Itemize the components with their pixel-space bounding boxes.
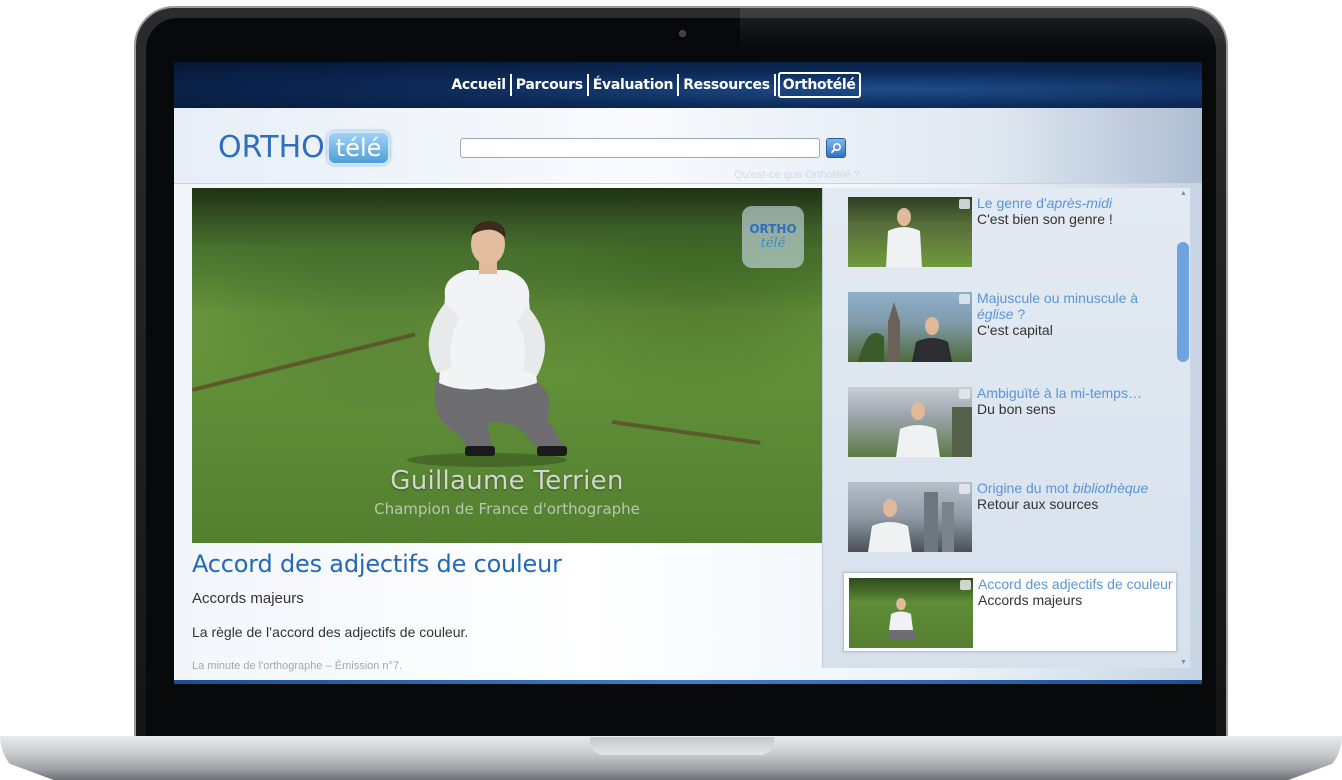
video-player[interactable]: ORTHO télé Guillaume Terrien Champion de… bbox=[192, 188, 822, 543]
playlist-thumbnail bbox=[848, 292, 972, 362]
logo-text-tele: télé bbox=[326, 130, 391, 165]
playlist-item-text: Origine du mot bibliothèque Retour aux s… bbox=[977, 480, 1173, 512]
video-caption-name: Guillaume Terrien bbox=[390, 466, 624, 496]
video-dirt-line bbox=[192, 332, 416, 392]
nav-item-ressources[interactable]: Ressources bbox=[679, 74, 776, 96]
video-badge-icon bbox=[959, 484, 970, 494]
playlist-item[interactable]: Majuscule ou minuscule à église ? C'est … bbox=[843, 290, 1177, 372]
playlist-item-subtitle: C'est bien son genre ! bbox=[977, 211, 1113, 227]
video-badge-icon bbox=[959, 199, 970, 209]
lid-reflection bbox=[740, 8, 1226, 48]
video-watermark-logo: ORTHO télé bbox=[742, 206, 804, 268]
thumbnail-figure bbox=[887, 598, 917, 640]
scroll-down-arrow-icon[interactable]: ▼ bbox=[1180, 659, 1187, 666]
playlist-item-title: Le genre d'après-midi bbox=[977, 195, 1112, 211]
nav-list: Accueil Parcours Évaluation Ressources O… bbox=[447, 72, 861, 98]
video-badge-icon bbox=[959, 294, 970, 304]
playlist-item[interactable]: Origine du mot bibliothèque Retour aux s… bbox=[843, 480, 1177, 562]
playlist-item-active[interactable]: Accord des adjectifs de couleur Accords … bbox=[843, 572, 1177, 652]
playlist-thumbnail bbox=[848, 197, 972, 267]
nav-item-evaluation[interactable]: Évaluation bbox=[589, 74, 680, 96]
episode-title: Accord des adjectifs de couleur bbox=[192, 550, 562, 578]
playlist-item-text: Majuscule ou minuscule à église ? C'est … bbox=[977, 290, 1173, 338]
logo-text-ortho: ORTHO bbox=[218, 130, 325, 165]
episode-subtitle: Accords majeurs bbox=[192, 590, 304, 607]
playlist-item-subtitle: C'est capital bbox=[977, 322, 1053, 338]
playlist-item[interactable]: Ambiguïté à la mi-temps… Du bon sens bbox=[843, 385, 1177, 467]
playlist-item-title: Majuscule ou minuscule à église ? bbox=[977, 290, 1139, 322]
content-area: ORTHO télé Qu'est-ce que Orthotélé ? ORT… bbox=[174, 108, 1202, 684]
scrollbar-thumb[interactable] bbox=[1177, 242, 1189, 362]
playlist-item-subtitle: Du bon sens bbox=[977, 401, 1056, 417]
video-caption-role: Champion de France d'orthographe bbox=[374, 500, 640, 518]
playlist-item-text: Le genre d'après-midi C'est bien son gen… bbox=[977, 195, 1173, 227]
nav-item-orthotele[interactable]: Orthotélé bbox=[777, 72, 861, 98]
webcam-icon bbox=[679, 30, 686, 37]
magnifier-icon bbox=[831, 142, 842, 154]
playlist-item-text: Ambiguïté à la mi-temps… Du bon sens bbox=[977, 385, 1173, 417]
episode-description: La règle de l’accord des adjectifs de co… bbox=[192, 624, 469, 640]
thumbnail-figure bbox=[896, 402, 972, 457]
playlist-scrollbar[interactable]: ▲ ▼ bbox=[1176, 188, 1190, 668]
playlist-thumbnail bbox=[848, 482, 972, 552]
playlist-item-subtitle: Accords majeurs bbox=[978, 592, 1083, 608]
search-button[interactable] bbox=[826, 138, 846, 158]
presenter-figure bbox=[407, 220, 567, 467]
playlist-item-subtitle: Retour aux sources bbox=[977, 496, 1099, 512]
nav-item-parcours[interactable]: Parcours bbox=[512, 74, 589, 96]
site-logo[interactable]: ORTHO télé bbox=[218, 130, 391, 165]
video-badge-icon bbox=[959, 389, 970, 399]
playlist[interactable]: Le genre d'après-midi C'est bien son gen… bbox=[822, 188, 1190, 668]
header-band: ORTHO télé bbox=[174, 108, 1202, 184]
video-logo-text-top: ORTHO bbox=[749, 222, 797, 236]
screen: Accueil Parcours Évaluation Ressources O… bbox=[174, 62, 1202, 684]
playlist-item-title: Origine du mot bibliothèque bbox=[977, 480, 1149, 496]
video-logo-text-bottom: télé bbox=[760, 236, 786, 251]
scroll-up-arrow-icon[interactable]: ▲ bbox=[1180, 190, 1187, 197]
video-dirt-line bbox=[611, 420, 761, 445]
playlist-item-title: Accord des adjectifs de couleur bbox=[978, 576, 1173, 592]
thumbnail-figure bbox=[868, 492, 954, 552]
top-navigation: Accueil Parcours Évaluation Ressources O… bbox=[174, 62, 1202, 108]
episode-meta: La minute de l'orthographe – Émission n°… bbox=[192, 660, 403, 672]
playlist-thumbnail bbox=[849, 578, 973, 648]
orthotele-info-link[interactable]: Qu'est-ce que Orthotélé ? bbox=[734, 169, 860, 181]
playlist-item-text: Accord des adjectifs de couleur Accords … bbox=[978, 576, 1174, 608]
playlist-thumbnail bbox=[848, 387, 972, 457]
nav-item-accueil[interactable]: Accueil bbox=[447, 74, 512, 96]
thumbnail-figure bbox=[858, 302, 952, 362]
playlist-item-title: Ambiguïté à la mi-temps… bbox=[977, 385, 1142, 401]
video-badge-icon bbox=[960, 580, 971, 590]
thumbnail-figure bbox=[886, 208, 922, 267]
laptop-notch bbox=[590, 737, 774, 755]
footer-accent-line bbox=[174, 680, 1202, 684]
search-input[interactable] bbox=[460, 138, 820, 158]
playlist-item[interactable]: Le genre d'après-midi C'est bien son gen… bbox=[843, 195, 1177, 277]
